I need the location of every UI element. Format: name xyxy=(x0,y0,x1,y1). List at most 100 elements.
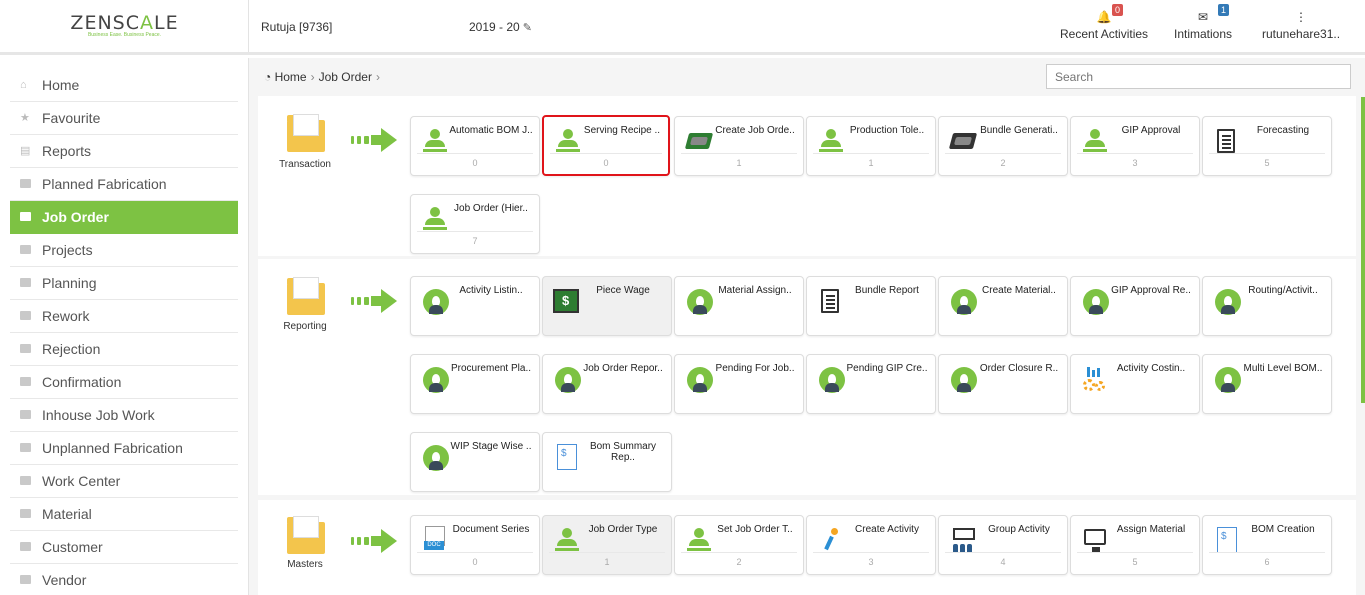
card-create-job-order[interactable]: Create Job Orde.. 1 xyxy=(674,116,804,176)
card-activity-costing[interactable]: Activity Costin.. xyxy=(1070,354,1200,414)
sidebar-item-rework[interactable]: Rework xyxy=(10,300,238,333)
sidebar-item-favourite[interactable]: ★ Favourite xyxy=(10,102,238,135)
card-order-closure[interactable]: Order Closure R.. xyxy=(938,354,1068,414)
file-icon: ▤ xyxy=(20,145,31,157)
sidebar-item-work-center[interactable]: Work Center xyxy=(10,465,238,498)
report-user-icon xyxy=(421,287,449,315)
document-icon xyxy=(817,287,845,315)
financial-year[interactable]: 2019 - 20 ✎ xyxy=(469,20,532,34)
card-set-job-order-type[interactable]: Set Job Order T.. 2 xyxy=(674,515,804,575)
sidebar-item-unplanned-fabrication[interactable]: Unplanned Fabrication xyxy=(10,432,238,465)
card-serving-recipe[interactable]: Serving Recipe .. 0 xyxy=(542,115,670,176)
search-input[interactable] xyxy=(1046,64,1351,89)
card-group-activity[interactable]: Group Activity 4 xyxy=(938,515,1068,575)
user-icon xyxy=(553,526,581,554)
home-icon: ⌂ xyxy=(20,79,27,91)
card-assign-material[interactable]: Assign Material 5 xyxy=(1070,515,1200,575)
card-count: 5 xyxy=(1132,557,1138,567)
recent-activities-label: Recent Activities xyxy=(1060,27,1149,41)
sidebar-item-customer[interactable]: Customer xyxy=(10,531,238,564)
breadcrumb-home[interactable]: Home xyxy=(275,70,307,84)
card-label: Procurement Pla.. xyxy=(450,363,532,374)
card-job-order-hierarchy[interactable]: Job Order (Hier.. 7 xyxy=(410,194,540,254)
sidebar-item-rejection[interactable]: Rejection xyxy=(10,333,238,366)
sidebar-item-confirmation[interactable]: Confirmation xyxy=(10,366,238,399)
folder-icon xyxy=(20,564,34,595)
breadcrumb-current[interactable]: Job Order xyxy=(319,70,372,84)
transaction-folder-icon xyxy=(287,114,327,152)
bell-icon: 🔔 0 xyxy=(1060,4,1148,27)
card-count: 7 xyxy=(472,236,478,246)
card-count: 5 xyxy=(1264,158,1270,168)
sidebar-item-inhouse-job-work[interactable]: Inhouse Job Work xyxy=(10,399,238,432)
sidebar-item-label: Projects xyxy=(42,242,93,258)
card-bundle-generation[interactable]: Bundle Generati.. 2 xyxy=(938,116,1068,176)
logo[interactable]: ZENSCALE Business Ease. Business Peace. xyxy=(0,0,249,52)
card-create-material[interactable]: Create Material.. xyxy=(938,276,1068,336)
card-forecasting[interactable]: Forecasting 5 xyxy=(1202,116,1332,176)
folder-icon xyxy=(20,333,34,366)
sidebar-item-home[interactable]: ⌂ Home xyxy=(10,69,238,102)
card-bundle-report[interactable]: Bundle Report xyxy=(806,276,936,336)
card-label: Pending GIP Cre.. xyxy=(846,363,928,374)
sidebar-item-reports[interactable]: ▤ Reports xyxy=(10,135,238,168)
report-user-icon xyxy=(685,365,713,393)
card-label: Create Job Orde.. xyxy=(715,125,795,136)
card-job-order-type[interactable]: Job Order Type 1 xyxy=(542,515,672,575)
sidebar-item-job-order[interactable]: Job Order xyxy=(10,201,238,234)
recent-activities[interactable]: 🔔 0 Recent Activities xyxy=(1060,4,1149,41)
folder-icon xyxy=(20,366,34,399)
card-label: WIP Stage Wise .. xyxy=(450,441,532,452)
card-document-series[interactable]: DOC Document Series 0 xyxy=(410,515,540,575)
card-label: Bundle Generati.. xyxy=(980,125,1058,136)
sidebar-item-label: Vendor xyxy=(42,572,87,588)
report-user-icon xyxy=(1081,287,1109,315)
card-automatic-bom[interactable]: Automatic BOM J.. 0 xyxy=(410,116,540,176)
scrollbar[interactable] xyxy=(1361,97,1365,403)
sidebar-item-label: Planning xyxy=(42,275,97,291)
card-piece-wage[interactable]: $ Piece Wage xyxy=(542,276,672,336)
card-bom-summary-report[interactable]: $ Bom Summary Rep.. xyxy=(542,432,672,492)
card-label: BOM Creation xyxy=(1251,524,1315,535)
card-pending-for-job[interactable]: Pending For Job.. xyxy=(674,354,804,414)
sidebar-item-label: Work Center xyxy=(42,473,121,489)
card-procurement-plan[interactable]: Procurement Pla.. xyxy=(410,354,540,414)
logo-text: ZENSCALE xyxy=(70,12,179,34)
card-activity-listing[interactable]: Activity Listin.. xyxy=(410,276,540,336)
masters-label: Masters xyxy=(287,559,323,570)
sidebar-item-label: Job Order xyxy=(42,209,109,225)
sidebar-item-projects[interactable]: Projects xyxy=(10,234,238,267)
sidebar-item-planning[interactable]: Planning xyxy=(10,267,238,300)
card-gip-approval[interactable]: GIP Approval 3 xyxy=(1070,116,1200,176)
card-wip-stage-wise[interactable]: WIP Stage Wise .. xyxy=(410,432,540,492)
card-job-order-report[interactable]: Job Order Repor.. xyxy=(542,354,672,414)
edit-icon[interactable]: ✎ xyxy=(523,22,532,34)
card-label: Create Material.. xyxy=(982,285,1056,296)
user-icon xyxy=(421,127,449,155)
sidebar-item-planned-fabrication[interactable]: Planned Fabrication xyxy=(10,168,238,201)
folder-icon xyxy=(20,201,34,234)
card-pending-gip[interactable]: Pending GIP Cre.. xyxy=(806,354,936,414)
card-label: Piece Wage xyxy=(596,285,650,296)
card-label: Bom Summary Rep.. xyxy=(589,441,657,463)
card-routing-activity[interactable]: Routing/Activit.. xyxy=(1202,276,1332,336)
wage-icon: $ xyxy=(553,287,581,315)
intimations[interactable]: ✉ 1 Intimations xyxy=(1174,4,1232,41)
card-bom-creation[interactable]: $ BOM Creation 6 xyxy=(1202,515,1332,575)
card-gip-approval-report[interactable]: GIP Approval Re.. xyxy=(1070,276,1200,336)
card-production-tolerance[interactable]: Production Tole.. 1 xyxy=(806,116,936,176)
card-create-activity[interactable]: Create Activity 3 xyxy=(806,515,936,575)
report-user-icon xyxy=(949,287,977,315)
dashboard-icon: ◔ xyxy=(264,70,272,84)
sidebar-item-vendor[interactable]: Vendor xyxy=(10,564,238,595)
card-count: 0 xyxy=(472,557,478,567)
card-material-assign[interactable]: Material Assign.. xyxy=(674,276,804,336)
breadcrumb: ◔ Home › Job Order › xyxy=(264,70,380,84)
user-menu[interactable]: ⋮ rutunehare31.. xyxy=(1262,10,1340,41)
sidebar-item-label: Home xyxy=(42,77,80,93)
card-count: 1 xyxy=(736,158,742,168)
report-user-icon xyxy=(685,287,713,315)
card-multi-level-bom[interactable]: Multi Level BOM.. xyxy=(1202,354,1332,414)
sidebar-item-material[interactable]: Material xyxy=(10,498,238,531)
document-icon xyxy=(1213,127,1241,155)
